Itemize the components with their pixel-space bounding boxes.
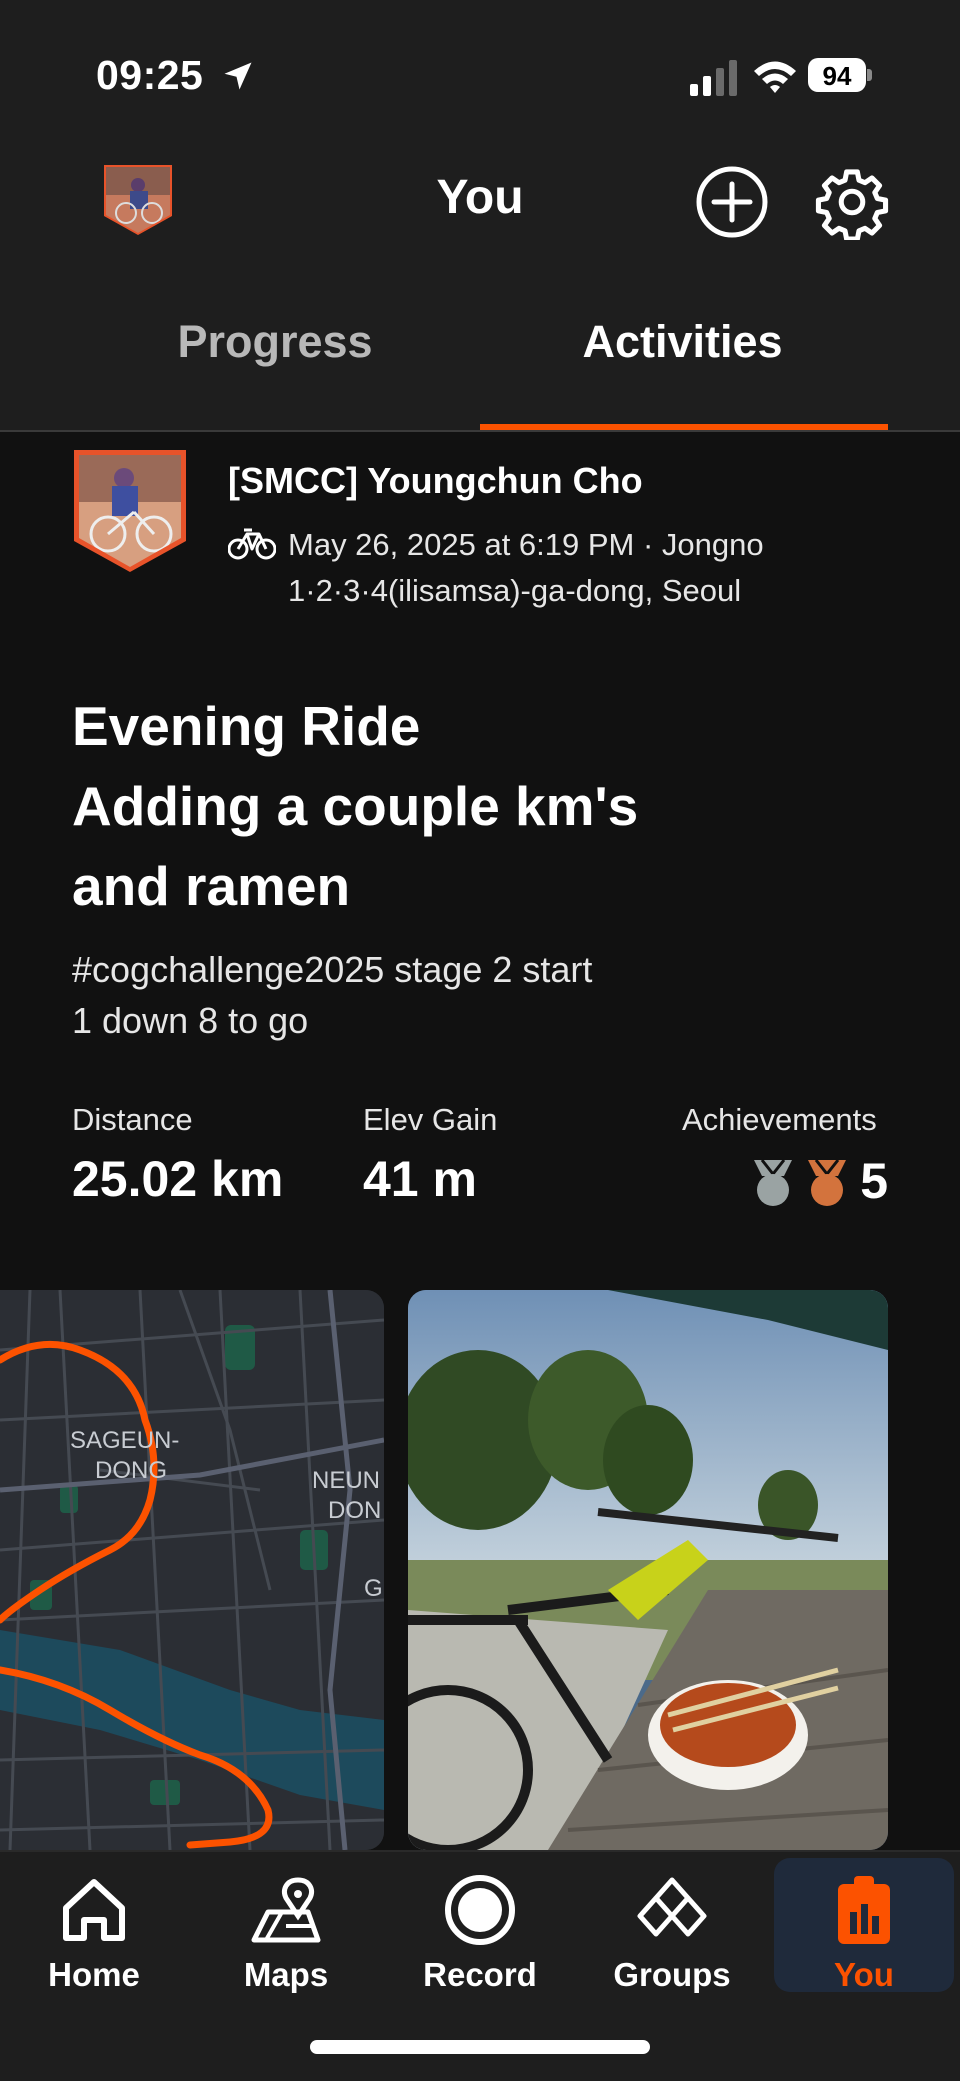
title-line: Adding a couple km's — [72, 775, 639, 837]
activity-route-map[interactable]: SAGEUN- DONG NEUN DON G — [0, 1290, 384, 1850]
achievements-label: Achievements — [682, 1102, 877, 1137]
activity-location: 1·2·3·4(ilisamsa)-ga-dong, Seoul — [288, 573, 742, 608]
gear-icon[interactable] — [814, 164, 890, 240]
groups-icon — [637, 1877, 707, 1937]
achievements-count: 5 — [860, 1153, 888, 1209]
nav-record[interactable]: Record — [390, 1858, 570, 1993]
nav-you[interactable]: You — [774, 1858, 954, 1993]
achievements[interactable]: 5 — [748, 1153, 888, 1209]
distance-label: Distance — [72, 1102, 193, 1137]
athlete-avatar[interactable] — [74, 450, 186, 572]
elev-gain-value: 41 m — [363, 1151, 477, 1207]
map-label: DONG — [95, 1457, 167, 1484]
activity-photo[interactable] — [408, 1290, 888, 1850]
tab-activities[interactable]: Activities — [510, 316, 855, 368]
activity-date-location: May 26, 2025 at 6:19 PM · Jongno — [288, 527, 764, 562]
nav-maps-label: Maps — [243, 1956, 329, 1993]
battery-indicator: 94 — [808, 58, 872, 92]
nav-home-label: Home — [48, 1956, 140, 1993]
elev-gain-label: Elev Gain — [363, 1102, 498, 1137]
activity-title[interactable]: Evening Ride Adding a couple km's and ra… — [72, 686, 872, 926]
wifi-icon — [754, 61, 796, 93]
photo-image — [408, 1290, 888, 1850]
activity-description: #cogchallenge2025 stage 2 start 1 down 8… — [72, 944, 872, 1046]
battery-level: 94 — [822, 61, 852, 91]
map-graphic: SAGEUN- DONG NEUN DON G — [0, 1290, 384, 1850]
page-title: You — [436, 171, 524, 224]
home-icon — [63, 1879, 125, 1941]
activity-meta: May 26, 2025 at 6:19 PM · Jongno 1·2·3·4… — [288, 522, 808, 614]
you-icon — [838, 1876, 890, 1944]
distance-value: 25.02 km — [72, 1151, 284, 1207]
status-time: 09:25 — [96, 52, 204, 98]
map-label: SAGEUN- — [70, 1427, 179, 1454]
tab-progress[interactable]: Progress — [100, 316, 450, 368]
silver-medal-icon — [754, 1159, 792, 1206]
maps-icon — [251, 1877, 321, 1943]
title-line: and ramen — [72, 855, 351, 917]
cellular-signal-icon — [690, 60, 737, 96]
bronze-medal-icon — [808, 1159, 846, 1206]
nav-maps[interactable]: Maps — [196, 1858, 376, 1993]
nav-home[interactable]: Home — [4, 1858, 184, 1993]
profile-avatar[interactable] — [104, 165, 172, 235]
add-icon[interactable] — [694, 164, 770, 240]
home-indicator — [310, 2040, 650, 2054]
location-arrow-icon — [224, 62, 252, 90]
nav-groups-label: Groups — [613, 1956, 731, 1993]
map-label: DON — [328, 1497, 381, 1524]
description-line: 1 down 8 to go — [72, 1000, 309, 1041]
map-label: NEUN — [312, 1467, 380, 1494]
title-line: Evening Ride — [72, 695, 421, 757]
nav-you-label: You — [834, 1956, 894, 1993]
record-icon — [445, 1875, 515, 1945]
nav-groups[interactable]: Groups — [582, 1858, 762, 1993]
active-tab-indicator — [480, 424, 888, 430]
map-label: G — [364, 1575, 383, 1602]
bike-icon — [228, 528, 276, 560]
athlete-name[interactable]: [SMCC] Youngchun Cho — [228, 460, 643, 502]
description-line: #cogchallenge2025 stage 2 start — [72, 949, 593, 990]
nav-record-label: Record — [423, 1956, 537, 1993]
